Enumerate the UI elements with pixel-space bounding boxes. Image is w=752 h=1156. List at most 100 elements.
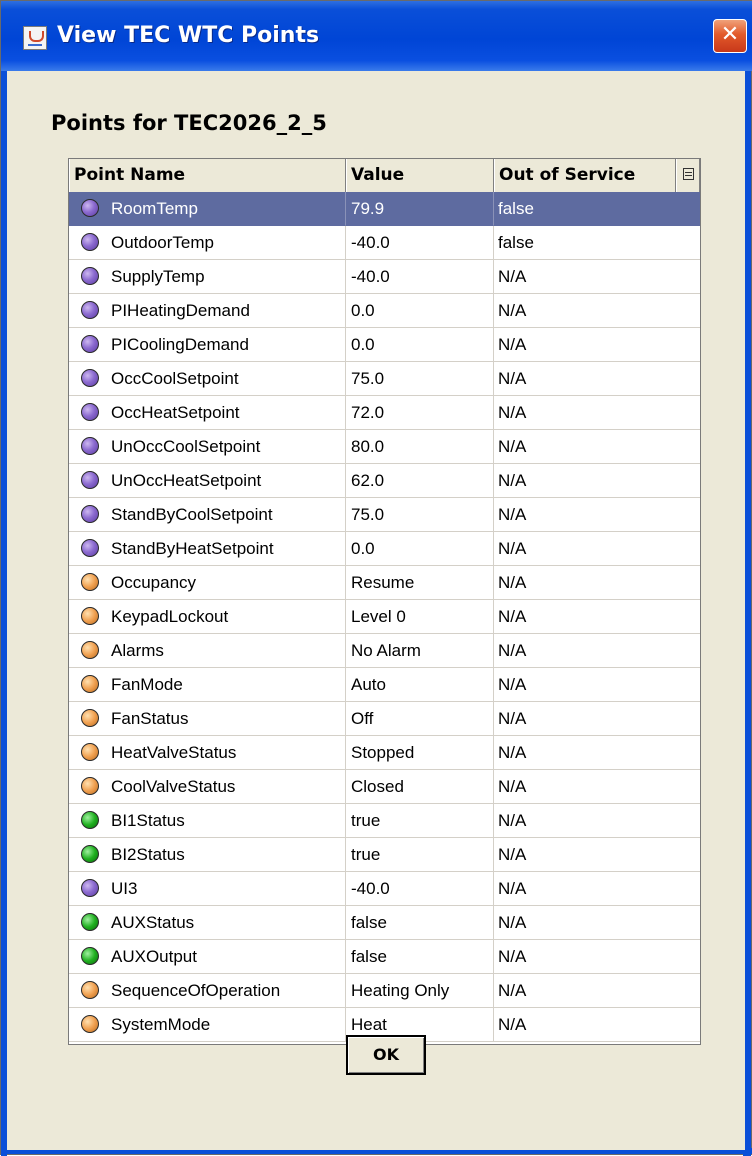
- column-chooser-icon: [682, 168, 694, 180]
- dialog-window: View TEC WTC Points ✕ Points for TEC2026…: [0, 0, 752, 1156]
- table-row[interactable]: BI2Status true N/A: [69, 838, 700, 872]
- point-name-cell: OccCoolSetpoint: [69, 362, 346, 396]
- point-name-text: SequenceOfOperation: [111, 981, 281, 1000]
- point-value-cell: Heating Only: [346, 974, 494, 1008]
- point-value-cell: Stopped: [346, 736, 494, 770]
- point-name-cell: SupplyTemp: [69, 260, 346, 294]
- table-row[interactable]: HeatValveStatus Stopped N/A: [69, 736, 700, 770]
- point-name-text: KeypadLockout: [111, 607, 229, 626]
- point-name-text: CoolValveStatus: [111, 777, 236, 796]
- table-row[interactable]: FanMode Auto N/A: [69, 668, 700, 702]
- table-row[interactable]: StandByCoolSetpoint 75.0 N/A: [69, 498, 700, 532]
- point-name-cell: CoolValveStatus: [69, 770, 346, 804]
- out-of-service-cell: N/A: [494, 566, 700, 600]
- ok-button[interactable]: OK: [346, 1035, 426, 1075]
- table-row[interactable]: RoomTemp 79.9 false: [69, 192, 700, 226]
- point-status-orange-icon: [81, 981, 99, 999]
- out-of-service-cell: N/A: [494, 838, 700, 872]
- point-name-text: Occupancy: [111, 573, 197, 592]
- table-row[interactable]: OccCoolSetpoint 75.0 N/A: [69, 362, 700, 396]
- table-row[interactable]: UnOccCoolSetpoint 80.0 N/A: [69, 430, 700, 464]
- point-status-purple-icon: [81, 403, 99, 421]
- point-value-cell: false: [346, 940, 494, 974]
- table-row[interactable]: SupplyTemp -40.0 N/A: [69, 260, 700, 294]
- point-status-green-icon: [81, 845, 99, 863]
- point-name-cell: BI2Status: [69, 838, 346, 872]
- point-status-purple-icon: [81, 233, 99, 251]
- point-name-text: AUXStatus: [111, 913, 195, 932]
- point-status-orange-icon: [81, 641, 99, 659]
- table-row[interactable]: PIHeatingDemand 0.0 N/A: [69, 294, 700, 328]
- point-name-text: SupplyTemp: [111, 267, 205, 286]
- close-button[interactable]: ✕: [713, 19, 747, 53]
- out-of-service-cell: N/A: [494, 770, 700, 804]
- table-row[interactable]: AUXStatus false N/A: [69, 906, 700, 940]
- point-status-purple-icon: [81, 335, 99, 353]
- out-of-service-cell: N/A: [494, 464, 700, 498]
- point-value-cell: 0.0: [346, 532, 494, 566]
- point-status-orange-icon: [81, 777, 99, 795]
- table-row[interactable]: OutdoorTemp -40.0 false: [69, 226, 700, 260]
- table-row[interactable]: AUXOutput false N/A: [69, 940, 700, 974]
- points-table: Point Name Value Out of Service RoomTemp…: [68, 158, 701, 1045]
- point-status-purple-icon: [81, 369, 99, 387]
- point-name-text: OccCoolSetpoint: [111, 369, 239, 388]
- out-of-service-cell: N/A: [494, 294, 700, 328]
- point-status-orange-icon: [81, 607, 99, 625]
- point-name-cell: FanStatus: [69, 702, 346, 736]
- point-name-cell: UI3: [69, 872, 346, 906]
- out-of-service-cell: N/A: [494, 1008, 700, 1042]
- out-of-service-cell: false: [494, 226, 700, 260]
- column-header-out-of-service[interactable]: Out of Service: [494, 159, 676, 192]
- title-bar[interactable]: View TEC WTC Points ✕: [1, 1, 752, 71]
- table-row[interactable]: UI3 -40.0 N/A: [69, 872, 700, 906]
- point-value-cell: 0.0: [346, 294, 494, 328]
- point-value-cell: -40.0: [346, 226, 494, 260]
- column-header-point-name[interactable]: Point Name: [69, 159, 346, 192]
- dialog-content: Points for TEC2026_2_5 Point Name Value …: [7, 71, 745, 1150]
- point-status-purple-icon: [81, 879, 99, 897]
- table-row[interactable]: Occupancy Resume N/A: [69, 566, 700, 600]
- point-name-cell: SequenceOfOperation: [69, 974, 346, 1008]
- out-of-service-cell: N/A: [494, 940, 700, 974]
- point-name-cell: StandByCoolSetpoint: [69, 498, 346, 532]
- point-value-cell: true: [346, 838, 494, 872]
- table-row[interactable]: Alarms No Alarm N/A: [69, 634, 700, 668]
- table-row[interactable]: FanStatus Off N/A: [69, 702, 700, 736]
- point-name-cell: BI1Status: [69, 804, 346, 838]
- out-of-service-cell: N/A: [494, 804, 700, 838]
- out-of-service-cell: N/A: [494, 430, 700, 464]
- out-of-service-cell: N/A: [494, 532, 700, 566]
- column-header-value[interactable]: Value: [346, 159, 494, 192]
- table-row[interactable]: UnOccHeatSetpoint 62.0 N/A: [69, 464, 700, 498]
- table-row[interactable]: BI1Status true N/A: [69, 804, 700, 838]
- point-value-cell: -40.0: [346, 260, 494, 294]
- point-value-cell: -40.0: [346, 872, 494, 906]
- point-name-cell: AUXOutput: [69, 940, 346, 974]
- table-row[interactable]: SequenceOfOperation Heating Only N/A: [69, 974, 700, 1008]
- out-of-service-cell: N/A: [494, 600, 700, 634]
- point-status-purple-icon: [81, 505, 99, 523]
- point-name-text: HeatValveStatus: [111, 743, 237, 762]
- out-of-service-cell: N/A: [494, 736, 700, 770]
- point-name-text: RoomTemp: [111, 199, 198, 218]
- point-name-cell: PICoolingDemand: [69, 328, 346, 362]
- point-value-cell: Level 0: [346, 600, 494, 634]
- point-value-cell: 62.0: [346, 464, 494, 498]
- point-status-purple-icon: [81, 539, 99, 557]
- point-value-cell: 75.0: [346, 362, 494, 396]
- point-value-cell: 0.0: [346, 328, 494, 362]
- table-row[interactable]: OccHeatSetpoint 72.0 N/A: [69, 396, 700, 430]
- table-row[interactable]: PICoolingDemand 0.0 N/A: [69, 328, 700, 362]
- point-name-cell: KeypadLockout: [69, 600, 346, 634]
- point-name-text: BI1Status: [111, 811, 185, 830]
- column-chooser-button[interactable]: [676, 159, 700, 192]
- point-status-green-icon: [81, 811, 99, 829]
- point-value-cell: 75.0: [346, 498, 494, 532]
- table-row[interactable]: StandByHeatSetpoint 0.0 N/A: [69, 532, 700, 566]
- out-of-service-cell: false: [494, 192, 700, 226]
- table-row[interactable]: KeypadLockout Level 0 N/A: [69, 600, 700, 634]
- point-name-text: UnOccHeatSetpoint: [111, 471, 262, 490]
- point-status-green-icon: [81, 947, 99, 965]
- table-row[interactable]: CoolValveStatus Closed N/A: [69, 770, 700, 804]
